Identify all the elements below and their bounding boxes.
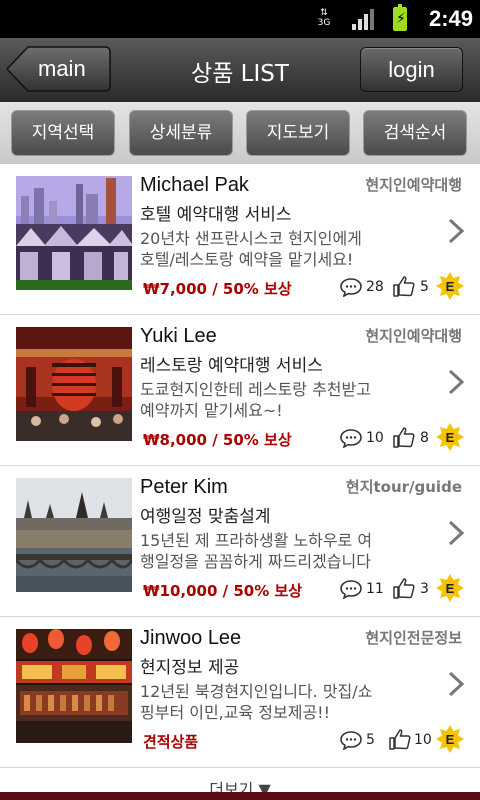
list-item[interactable]: Peter Kim 현지tour/guide 여행일정 맞춤설계 15년된 제 … — [0, 466, 480, 617]
grade-badge-letter: E — [446, 581, 455, 596]
filter-tab-bar: 지역선택 상세분류 지도보기 검색순서 — [0, 102, 480, 165]
battery-charging-icon: ⚡ — [393, 4, 407, 31]
service-title: 레스토랑 예약대행 서비스 — [140, 356, 323, 376]
login-button[interactable]: login — [360, 47, 463, 92]
clock: 2:49 — [429, 6, 474, 31]
thumbs-up-icon — [393, 578, 415, 599]
price-label: ₩8,000 / 50% 보상 — [143, 431, 292, 449]
back-button[interactable]: main — [6, 46, 111, 92]
list-item[interactable]: Jinwoo Lee 현지인전문정보 현지정보 제공 12년된 북경현지인입니다… — [0, 617, 480, 768]
category-label: 현지인전문정보 — [365, 629, 462, 647]
category-label: 현지인예약대행 — [365, 176, 462, 194]
page-title: 상품 LIST — [191, 61, 289, 87]
comment-icon — [340, 580, 362, 599]
thumbs-up-icon — [389, 729, 411, 750]
grade-badge-letter: E — [446, 430, 455, 445]
grade-badge: E — [436, 423, 464, 451]
price-label: ₩10,000 / 50% 보상 — [143, 582, 303, 600]
service-title: 여행일정 맞춤설계 — [140, 507, 271, 527]
description-line: 호텔/레스토랑 예약을 맡기세요! — [140, 250, 354, 269]
tab-map-view[interactable]: 지도보기 — [246, 110, 350, 156]
seller-name: Michael Pak — [140, 174, 249, 196]
description: 20년차 샌프란시스코 현지인에게 호텔/레스토랑 예약을 맡기세요! — [140, 228, 422, 270]
grade-badge-letter: E — [446, 279, 455, 294]
signal-strength-icon — [352, 9, 378, 30]
comment-icon — [340, 731, 362, 750]
bottom-bar — [0, 792, 480, 800]
network-type-icon: ⇅ 3G — [317, 8, 331, 28]
grade-badge: E — [436, 725, 464, 753]
product-thumbnail-tokyo — [16, 327, 132, 441]
like-count: 10 — [414, 732, 432, 748]
grade-badge-letter: E — [446, 732, 455, 747]
thumbs-up-icon — [393, 276, 415, 297]
tab-detail-category[interactable]: 상세분류 — [129, 110, 233, 156]
load-more-button[interactable]: 더보기 ▼ — [0, 769, 480, 793]
seller-name: Peter Kim — [140, 476, 228, 498]
seller-name: Jinwoo Lee — [140, 627, 242, 649]
description-line: 15년된 제 프라하생활 노하우로 여 — [140, 531, 373, 550]
description-line: 핑부터 이민,교육 정보제공!! — [140, 703, 331, 722]
chevron-right-icon[interactable] — [446, 367, 466, 397]
service-title: 호텔 예약대행 서비스 — [140, 205, 292, 225]
description-line: 12년된 북경현지인입니다. 맛집/쇼 — [140, 682, 373, 701]
price-label: 견적상품 — [143, 733, 199, 751]
comment-count: 5 — [366, 732, 375, 748]
list-item[interactable]: Yuki Lee 현지인예약대행 레스토랑 예약대행 서비스 도쿄현지인한테 레… — [0, 315, 480, 466]
description-line: 예약까지 맡기세요~! — [140, 401, 283, 420]
tab-region-select[interactable]: 지역선택 — [11, 110, 115, 156]
price-label: ₩7,000 / 50% 보상 — [143, 280, 292, 298]
product-thumbnail-san-francisco — [16, 176, 132, 290]
chevron-right-icon[interactable] — [446, 518, 466, 548]
comment-count: 11 — [366, 581, 384, 597]
description-line: 행일정을 꼼꼼하게 짜드리겠습니다 — [140, 552, 371, 571]
tab-search-order[interactable]: 검색순서 — [363, 110, 467, 156]
description: 도쿄현지인한테 레스토랑 추천받고 예약까지 맡기세요~! — [140, 379, 422, 421]
description-line: 20년차 샌프란시스코 현지인에게 — [140, 229, 362, 248]
category-label: 현지tour/guide — [345, 478, 462, 496]
description: 15년된 제 프라하생활 노하우로 여 행일정을 꼼꼼하게 짜드리겠습니다 — [140, 530, 422, 572]
chevron-right-icon[interactable] — [446, 216, 466, 246]
like-count: 3 — [420, 581, 429, 597]
category-label: 현지인예약대행 — [365, 327, 462, 345]
like-count: 5 — [420, 279, 429, 295]
seller-name: Yuki Lee — [140, 325, 217, 347]
description: 12년된 북경현지인입니다. 맛집/쇼 핑부터 이민,교육 정보제공!! — [140, 681, 422, 723]
status-bar: ⇅ 3G ⚡ 2:49 — [0, 0, 480, 38]
chevron-right-icon[interactable] — [446, 669, 466, 699]
service-title: 현지정보 제공 — [140, 658, 240, 678]
app-header: main 상품 LIST login — [0, 38, 480, 103]
description-line: 도쿄현지인한테 레스토랑 추천받고 — [140, 380, 371, 399]
comment-count: 10 — [366, 430, 384, 446]
product-thumbnail-prague — [16, 478, 132, 592]
thumbs-up-icon — [393, 427, 415, 448]
comment-icon — [340, 278, 362, 297]
product-thumbnail-beijing — [16, 629, 132, 743]
comment-icon — [340, 429, 362, 448]
comment-count: 28 — [366, 279, 384, 295]
like-count: 8 — [420, 430, 429, 446]
back-button-label: main — [38, 56, 86, 81]
list-item[interactable]: Michael Pak 현지인예약대행 호텔 예약대행 서비스 20년차 샌프란… — [0, 164, 480, 315]
grade-badge: E — [436, 574, 464, 602]
grade-badge: E — [436, 272, 464, 300]
